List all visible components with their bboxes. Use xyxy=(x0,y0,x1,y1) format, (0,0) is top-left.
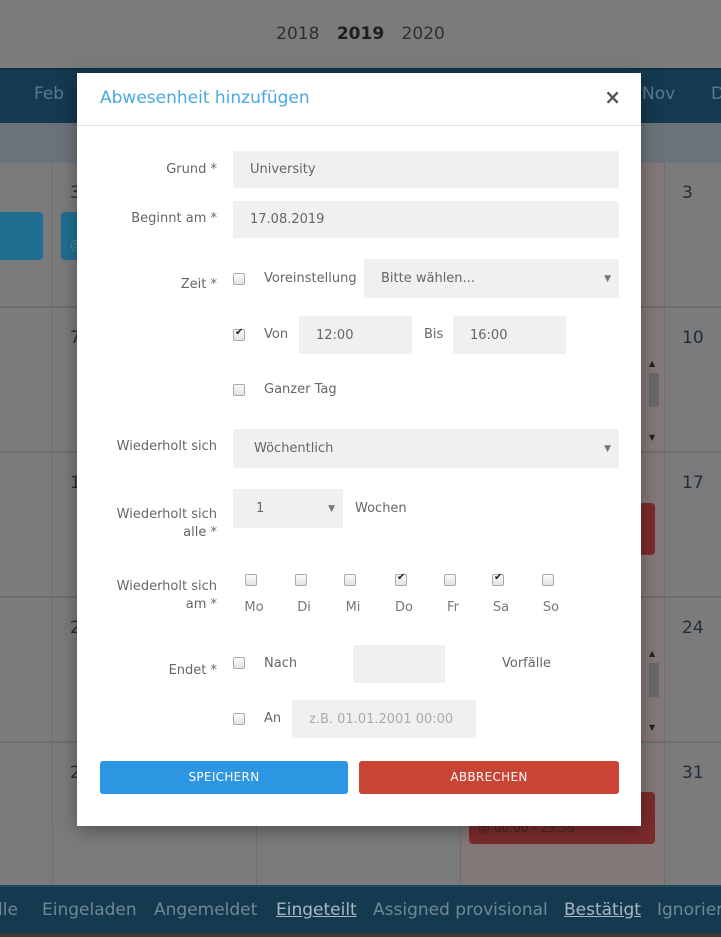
ends-after-label: Nach xyxy=(264,656,298,671)
day-checkbox-sa[interactable] xyxy=(492,572,504,586)
day-label-mo: Mo xyxy=(244,600,264,615)
grund-label: Grund * xyxy=(166,162,217,177)
from-label: Von xyxy=(264,327,289,342)
day-checkbox-fr[interactable] xyxy=(444,574,456,586)
day-checkbox-mo[interactable] xyxy=(245,574,257,586)
scroll-up-icon[interactable]: ▲ xyxy=(649,649,655,658)
day-number: 3 xyxy=(682,183,693,203)
ends-label: Endet * xyxy=(168,663,217,678)
day-label-di: Di xyxy=(297,600,311,615)
filter-eingeteilt[interactable]: Eingeteilt xyxy=(276,900,357,920)
preset-select-value: Bitte wählen... xyxy=(381,271,475,286)
calendar-event[interactable] xyxy=(0,212,43,260)
add-absence-modal: Abwesenheit hinzufügen × Grund * Univers… xyxy=(77,73,641,826)
scroll-down-icon[interactable]: ▼ xyxy=(649,433,655,442)
from-time-input[interactable]: 12:00 xyxy=(299,316,412,354)
time-range-checkbox[interactable] xyxy=(233,327,245,341)
all-day-label: Ganzer Tag xyxy=(264,382,337,397)
close-icon[interactable]: × xyxy=(604,87,621,107)
month-nov[interactable]: Nov xyxy=(642,84,675,104)
repeat-on-label-1: Wiederholt sich xyxy=(116,579,217,594)
weeks-unit-label: Wochen xyxy=(355,501,407,516)
bottom-strip xyxy=(0,933,721,937)
filter-ignoriert[interactable]: Ignorier xyxy=(657,900,721,920)
day-checkbox-so[interactable] xyxy=(542,574,554,586)
repeat-on-label-2: am * xyxy=(185,597,217,612)
day-checkbox-do[interactable] xyxy=(395,572,407,586)
to-label: Bis xyxy=(424,327,444,342)
status-filter-bar: lle Eingeladen Angemeldet Eingeteilt Ass… xyxy=(0,885,721,933)
modal-header: Abwesenheit hinzufügen × xyxy=(77,73,641,126)
repeat-label: Wiederholt sich xyxy=(116,439,217,454)
day-number: 24 xyxy=(682,618,704,638)
repeat-select-value: Wöchentlich xyxy=(254,441,334,456)
year-selector: 2018 2019 2020 xyxy=(0,0,721,68)
filter-eingeladen[interactable]: Eingeladen xyxy=(42,900,137,920)
scroll-thumb[interactable] xyxy=(649,663,659,697)
day-label-do: Do xyxy=(395,600,413,615)
scroll-down-icon[interactable]: ▼ xyxy=(649,723,655,732)
year-2018[interactable]: 2018 xyxy=(276,24,319,44)
filter-bestaetigt[interactable]: Bestätigt xyxy=(564,900,641,920)
day-number: 17 xyxy=(682,473,704,493)
start-date-input[interactable]: 17.08.2019 xyxy=(233,201,619,238)
cancel-button[interactable]: ABBRECHEN xyxy=(359,761,619,794)
save-button[interactable]: SPEICHERN xyxy=(100,761,348,794)
repeat-select[interactable]: Wöchentlich ▼ xyxy=(233,429,619,468)
preset-select[interactable]: Bitte wählen... ▼ xyxy=(364,259,619,298)
month-dec[interactable]: D xyxy=(711,84,721,104)
repeat-every-select[interactable]: 1 ▼ xyxy=(233,489,343,528)
year-2019[interactable]: 2019 xyxy=(337,24,384,44)
day-checkbox-di[interactable] xyxy=(295,574,307,586)
grid-line xyxy=(664,163,665,885)
filter-assigned-provisional[interactable]: Assigned provisional xyxy=(373,900,548,920)
to-time-input[interactable]: 16:00 xyxy=(453,316,566,354)
cell-scrollbar[interactable]: ▲ ▼ xyxy=(647,359,661,445)
chevron-down-icon: ▼ xyxy=(604,273,611,284)
day-label-fr: Fr xyxy=(447,600,459,615)
year-2020[interactable]: 2020 xyxy=(402,24,445,44)
filter-angemeldet[interactable]: Angemeldet xyxy=(154,900,257,920)
repeat-every-label-2: alle * xyxy=(183,525,217,540)
chevron-down-icon: ▼ xyxy=(604,443,611,454)
day-number: 31 xyxy=(682,763,704,783)
repeat-every-value: 1 xyxy=(256,501,265,516)
occurrences-input[interactable] xyxy=(353,645,445,683)
ends-on-label: An xyxy=(264,711,282,726)
ends-after-checkbox[interactable] xyxy=(233,657,245,669)
end-date-input[interactable]: z.B. 01.01.2001 00:00 xyxy=(292,700,476,738)
occurrences-unit-label: Vorfälle xyxy=(502,656,551,671)
grid-line xyxy=(52,163,53,885)
chevron-down-icon: ▼ xyxy=(328,503,335,514)
scroll-up-icon[interactable]: ▲ xyxy=(649,359,655,368)
day-label-sa: Sa xyxy=(492,600,510,615)
day-checkbox-mi[interactable] xyxy=(344,574,356,586)
preset-checkbox[interactable] xyxy=(233,273,245,285)
filter-alle[interactable]: lle xyxy=(0,900,18,920)
day-label-so: So xyxy=(542,600,560,615)
all-day-checkbox[interactable] xyxy=(233,384,245,396)
grund-input[interactable]: University xyxy=(233,151,619,188)
day-label-mi: Mi xyxy=(345,600,361,615)
scroll-thumb[interactable] xyxy=(649,373,659,407)
cell-scrollbar[interactable]: ▲ ▼ xyxy=(647,649,661,735)
repeat-every-label-1: Wiederholt sich xyxy=(116,507,217,522)
month-feb[interactable]: Feb xyxy=(34,84,64,104)
ends-on-checkbox[interactable] xyxy=(233,713,245,725)
beginnt-label: Beginnt am * xyxy=(131,211,217,226)
modal-title: Abwesenheit hinzufügen xyxy=(100,88,310,108)
zeit-label: Zeit * xyxy=(180,277,217,292)
preset-label: Voreinstellung xyxy=(264,271,357,286)
day-number: 10 xyxy=(682,328,704,348)
